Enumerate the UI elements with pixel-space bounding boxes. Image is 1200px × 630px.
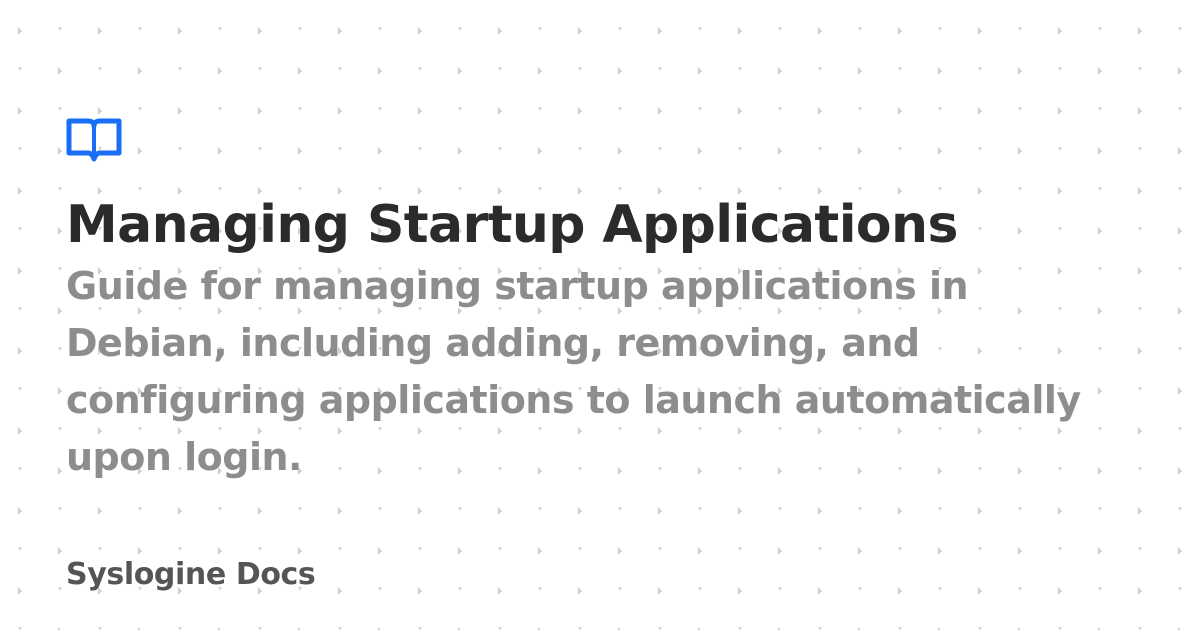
- site-name: Syslogine Docs: [66, 557, 316, 592]
- book-open-icon: [66, 118, 122, 162]
- page-description: Guide for managing startup applications …: [66, 264, 1081, 479]
- page-title: Managing Startup Applications: [66, 195, 958, 255]
- og-card-content: Managing Startup Applications Guide for …: [66, 118, 1146, 486]
